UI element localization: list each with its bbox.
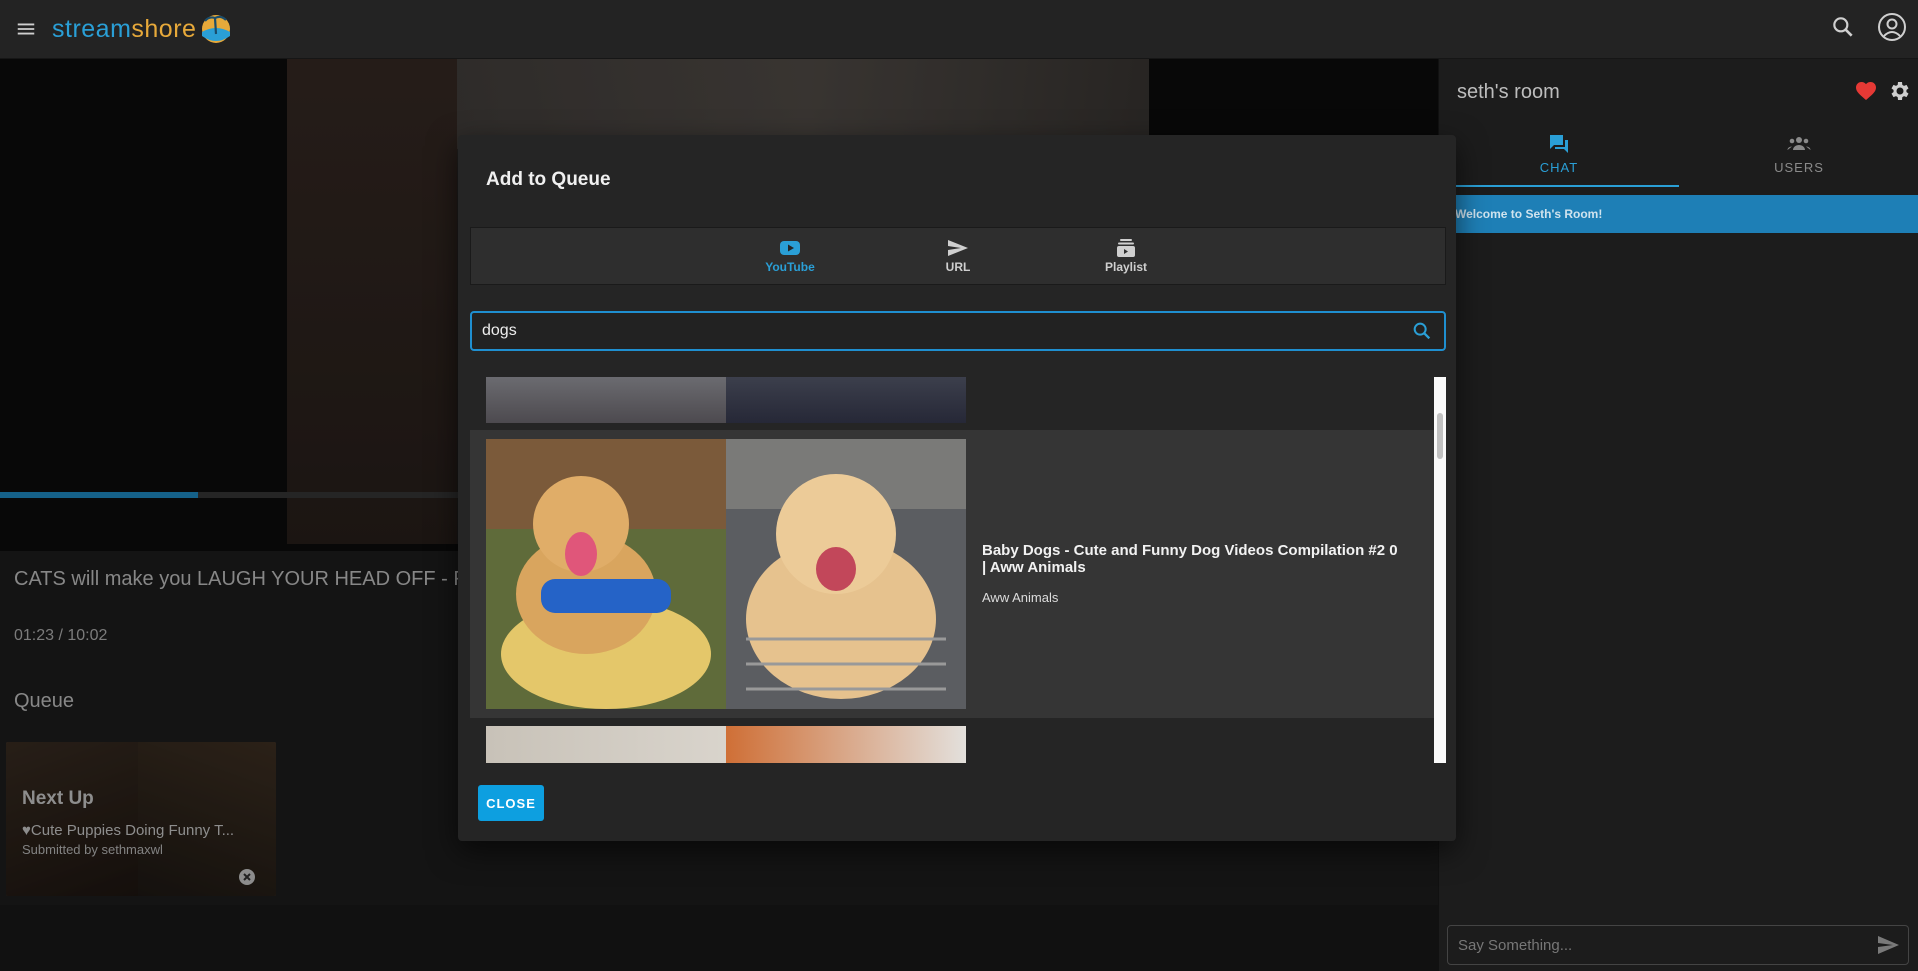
welcome-banner: Welcome to Seth's Room! [1439,195,1918,233]
palm-logo-icon [202,15,231,43]
account-circle-icon [1878,13,1906,41]
room-sidebar: seth's room CHAT USERS Welcome to Seth's… [1438,59,1918,971]
result-thumbnail [486,439,966,709]
search-icon [1413,322,1431,340]
tab-playlist[interactable]: Playlist [1042,228,1210,284]
menu-button[interactable] [0,0,52,59]
top-app-bar: stream shore [0,0,1918,59]
results-scrollbar-thumb[interactable] [1437,413,1443,459]
search-result-item[interactable] [470,377,1434,433]
result-channel: Aww Animals [982,590,1059,605]
youtube-search-box [470,311,1446,351]
close-button[interactable]: CLOSE [478,785,544,821]
playlist-icon [1117,239,1135,257]
search-button[interactable] [1830,14,1856,45]
chat-input[interactable] [1448,936,1868,954]
source-tabs: YouTube URL Playlist [470,227,1446,285]
logo-text-shore: shore [131,14,197,43]
tab-youtube[interactable]: YouTube [706,228,874,284]
tab-url-label: URL [945,260,971,274]
tab-chat-label: CHAT [1539,159,1579,175]
youtube-search-input[interactable] [472,322,1400,340]
send-icon [948,240,968,256]
hamburger-icon [17,23,35,35]
result-title: Baby Dogs - Cute and Funny Dog Videos Co… [982,542,1398,576]
tab-users-label: USERS [1774,159,1824,175]
send-icon [1878,936,1899,954]
favorite-heart-icon[interactable] [1854,79,1878,103]
sidebar-tabs: CHAT USERS [1439,119,1918,187]
users-icon [1787,136,1811,150]
youtube-icon [780,241,800,255]
result-thumbnail [486,726,966,763]
logo-text-stream: stream [52,14,132,43]
add-to-queue-dialog: Add to Queue YouTube URL Playlist dogs B… [458,135,1456,841]
result-thumbnail [486,377,966,423]
chat-input-box [1447,925,1909,965]
tab-playlist-label: Playlist [1104,260,1148,274]
tab-youtube-label: YouTube [765,260,815,274]
send-message-button[interactable] [1868,925,1908,965]
account-button[interactable] [1876,11,1908,48]
search-icon [1833,17,1853,37]
search-result-item[interactable] [470,726,1434,763]
search-submit-button[interactable] [1400,313,1444,349]
search-results-list[interactable]: Baby Dogs - Cute and Funny Dog Videos Co… [470,377,1446,763]
dialog-title: Add to Queue [486,169,611,190]
tab-url[interactable]: URL [874,228,1042,284]
room-title: seth's room [1457,81,1560,103]
search-result-item[interactable]: Baby Dogs - Cute and Funny Dog Videos Co… [470,430,1434,718]
tab-chat[interactable]: CHAT [1439,119,1679,187]
tab-users[interactable]: USERS [1679,119,1918,187]
app-logo[interactable]: stream shore [52,12,233,46]
chat-icon [1550,134,1568,153]
settings-gear-icon[interactable] [1887,79,1911,103]
